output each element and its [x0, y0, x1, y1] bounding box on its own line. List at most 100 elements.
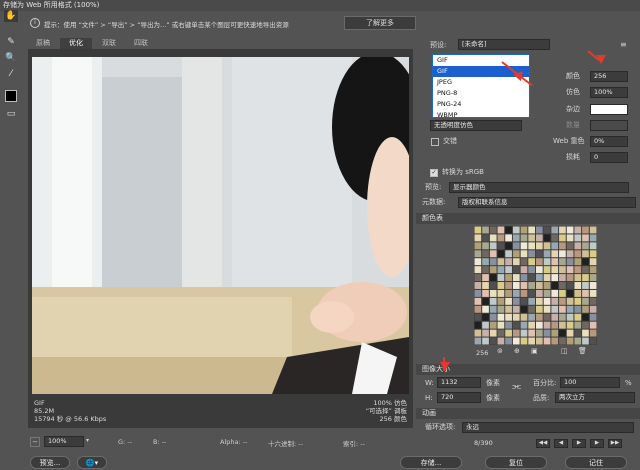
color-swatch[interactable]: [482, 226, 489, 234]
color-swatch[interactable]: [551, 329, 559, 337]
color-swatch[interactable]: [574, 282, 582, 289]
color-swatch[interactable]: [528, 329, 535, 337]
color-swatch[interactable]: [528, 289, 535, 297]
color-swatch[interactable]: [566, 242, 574, 250]
color-swatch[interactable]: [551, 226, 559, 234]
color-swatch[interactable]: [497, 305, 505, 313]
height-input[interactable]: 720: [437, 392, 481, 403]
color-swatch[interactable]: [551, 242, 559, 250]
color-swatch[interactable]: [520, 313, 528, 321]
color-swatch[interactable]: [512, 274, 520, 282]
color-swatch[interactable]: [489, 329, 497, 337]
color-swatch[interactable]: [482, 321, 489, 329]
eyedropper-icon[interactable]: ⁄: [4, 68, 18, 80]
color-table-grid[interactable]: [474, 226, 597, 345]
last-frame-button[interactable]: ▶▶: [608, 439, 622, 448]
color-swatch[interactable]: [512, 313, 520, 321]
color-swatch[interactable]: [589, 321, 597, 329]
zoom-level-select[interactable]: 100%: [44, 436, 84, 447]
preview-mode-select[interactable]: 显示器颜色: [449, 182, 629, 193]
color-swatch[interactable]: [489, 282, 497, 289]
color-swatch[interactable]: [551, 321, 559, 329]
color-swatch[interactable]: [559, 313, 566, 321]
color-swatch[interactable]: [520, 329, 528, 337]
color-swatch[interactable]: [536, 305, 543, 313]
preview-image[interactable]: [32, 57, 409, 394]
color-swatch[interactable]: [543, 250, 551, 258]
color-swatch[interactable]: [536, 250, 543, 258]
color-swatch[interactable]: [505, 321, 512, 329]
color-swatch[interactable]: [566, 289, 574, 297]
web-snap-input[interactable]: 0%: [590, 136, 628, 147]
zoom-minus-button[interactable]: −: [30, 437, 40, 447]
color-swatch[interactable]: [497, 282, 505, 289]
color-swatch[interactable]: [474, 266, 482, 274]
color-swatch[interactable]: [543, 234, 551, 242]
lossy-input[interactable]: 0: [590, 152, 628, 163]
color-swatch[interactable]: [505, 258, 512, 266]
color-swatch[interactable]: [582, 258, 589, 266]
color-swatch[interactable]: [559, 266, 566, 274]
color-swatch[interactable]: [559, 242, 566, 250]
color-swatch[interactable]: [582, 321, 589, 329]
color-swatch[interactable]: [512, 282, 520, 289]
color-swatch[interactable]: [474, 250, 482, 258]
color-swatch[interactable]: [528, 282, 535, 289]
format-option-jpeg[interactable]: JPEG: [433, 77, 529, 88]
interlaced-checkbox[interactable]: [431, 138, 439, 146]
color-swatch[interactable]: [543, 329, 551, 337]
color-swatch[interactable]: [520, 274, 528, 282]
color-swatch[interactable]: [551, 305, 559, 313]
metadata-select[interactable]: 版权和联系信息: [458, 197, 636, 208]
color-swatch[interactable]: [520, 266, 528, 274]
color-swatch[interactable]: [505, 313, 512, 321]
color-swatch[interactable]: [559, 329, 566, 337]
slice-select-icon[interactable]: ✎: [4, 36, 18, 48]
color-swatch[interactable]: [474, 274, 482, 282]
color-swatch[interactable]: [482, 313, 489, 321]
color-swatch[interactable]: [528, 258, 535, 266]
color-swatch[interactable]: [520, 226, 528, 234]
convert-srgb-checkbox[interactable]: ✓: [430, 169, 438, 177]
tab-optimized[interactable]: 优化: [60, 38, 92, 49]
color-swatch[interactable]: [528, 313, 535, 321]
color-swatch[interactable]: [482, 234, 489, 242]
color-swatch[interactable]: [482, 258, 489, 266]
color-swatch[interactable]: [497, 297, 505, 305]
color-swatch[interactable]: [566, 258, 574, 266]
color-swatch[interactable]: [574, 337, 582, 345]
color-swatch[interactable]: [536, 274, 543, 282]
color-swatch[interactable]: [497, 337, 505, 345]
color-swatch[interactable]: [589, 250, 597, 258]
color-swatch[interactable]: [528, 274, 535, 282]
color-swatch[interactable]: [559, 305, 566, 313]
color-swatch[interactable]: [528, 242, 535, 250]
color-swatch[interactable]: [536, 282, 543, 289]
color-swatch[interactable]: [497, 274, 505, 282]
color-swatch[interactable]: [482, 289, 489, 297]
play-button[interactable]: ▶: [572, 439, 586, 448]
color-swatch[interactable]: [482, 274, 489, 282]
color-swatch[interactable]: [512, 250, 520, 258]
color-swatch[interactable]: [505, 250, 512, 258]
color-swatch[interactable]: [520, 242, 528, 250]
color-swatch[interactable]: [543, 337, 551, 345]
color-swatch[interactable]: [474, 242, 482, 250]
color-swatch[interactable]: [497, 234, 505, 242]
color-swatch[interactable]: [512, 305, 520, 313]
color-swatch[interactable]: [582, 282, 589, 289]
color-swatch[interactable]: [505, 289, 512, 297]
color-swatch[interactable]: [566, 337, 574, 345]
color-swatch[interactable]: [543, 282, 551, 289]
color-swatch[interactable]: [574, 329, 582, 337]
color-swatch[interactable]: [512, 258, 520, 266]
tab-4-up[interactable]: 四联: [126, 38, 156, 49]
color-swatch[interactable]: [589, 274, 597, 282]
color-swatch[interactable]: [489, 234, 497, 242]
preview-button[interactable]: 预览...: [30, 456, 70, 469]
amount-input[interactable]: [590, 120, 628, 131]
color-swatch[interactable]: [559, 250, 566, 258]
color-swatch[interactable]: [566, 234, 574, 242]
color-swatch[interactable]: [536, 329, 543, 337]
color-swatch[interactable]: [497, 321, 505, 329]
